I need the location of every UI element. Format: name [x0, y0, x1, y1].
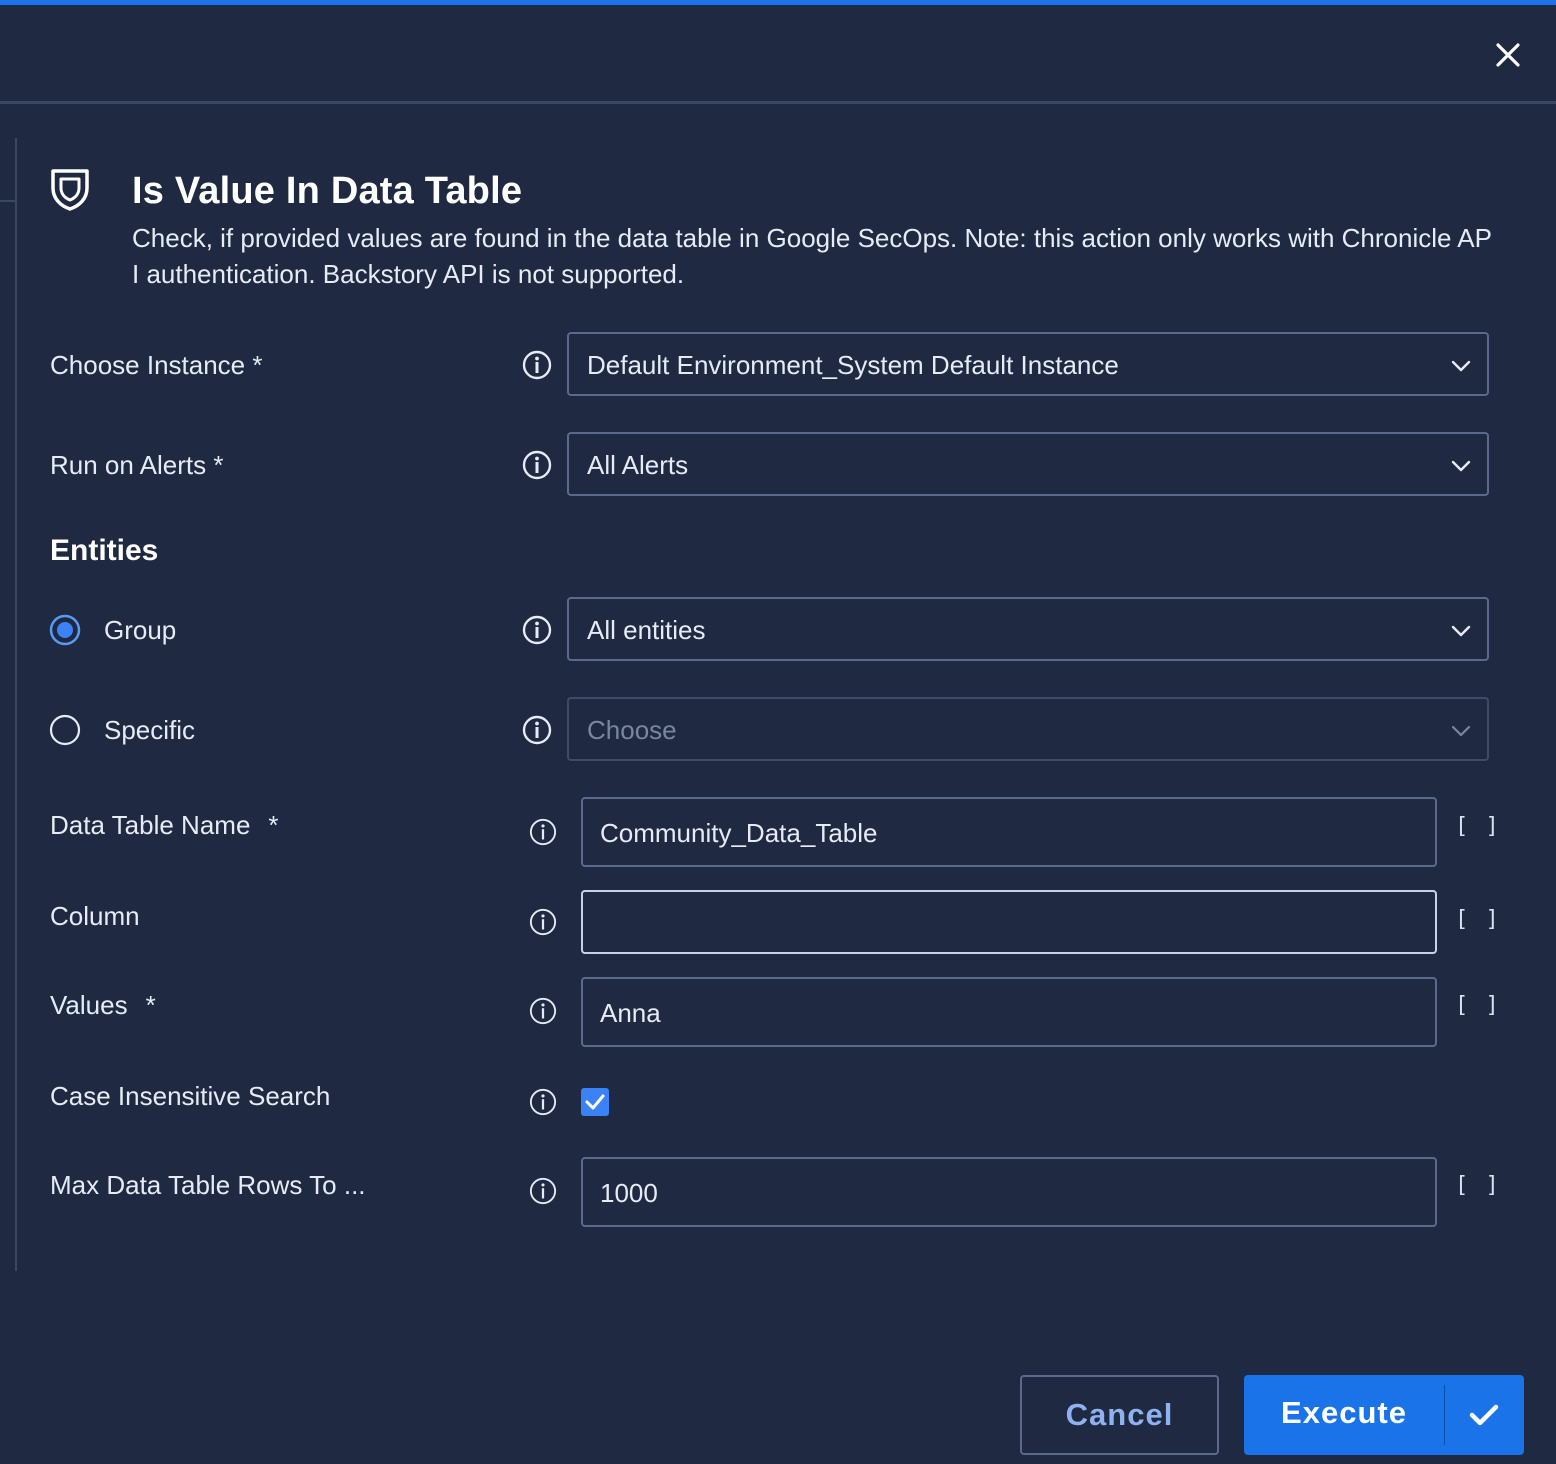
- action-description: Check, if provided values are found in t…: [132, 223, 1492, 289]
- case-insensitive-label: Case Insensitive Search: [50, 1081, 331, 1111]
- run-on-alerts-label: Run on Alerts *: [50, 450, 224, 480]
- info-icon[interactable]: [529, 818, 557, 846]
- column-input[interactable]: [581, 890, 1437, 954]
- run-on-alerts-value: All Alerts: [587, 450, 689, 480]
- execute-button-divider: [1444, 1385, 1445, 1445]
- info-icon[interactable]: [522, 350, 552, 380]
- placeholder-button[interactable]: [ ]: [1455, 814, 1501, 839]
- placeholder-button[interactable]: [ ]: [1455, 907, 1501, 932]
- data-table-name-label: Data Table Name *: [50, 810, 279, 841]
- required-marker: *: [268, 810, 279, 840]
- specific-entities-select[interactable]: Choose: [567, 697, 1489, 761]
- values-label-text: Values: [50, 990, 128, 1020]
- shield-icon: [51, 169, 89, 211]
- column-label: Column: [50, 901, 140, 931]
- info-icon[interactable]: [529, 997, 557, 1025]
- values-label: Values *: [50, 990, 156, 1021]
- action-title: Is Value In Data Table: [132, 170, 523, 212]
- max-rows-value: 1000: [600, 1178, 658, 1208]
- values-value: Anna: [600, 998, 661, 1028]
- group-entities-select[interactable]: All entities: [567, 597, 1489, 661]
- chevron-down-icon: [1451, 460, 1471, 472]
- max-rows-label: Max Data Table Rows To ...: [50, 1170, 366, 1200]
- required-marker: *: [145, 990, 156, 1020]
- data-table-name-input[interactable]: Community_Data_Table: [581, 797, 1437, 867]
- choose-instance-value: Default Environment_System Default Insta…: [587, 350, 1119, 380]
- info-icon[interactable]: [522, 715, 552, 745]
- info-icon[interactable]: [529, 908, 557, 936]
- cancel-button-label: Cancel: [1065, 1397, 1174, 1432]
- execute-button[interactable]: Execute: [1244, 1375, 1524, 1455]
- choose-instance-label: Choose Instance *: [50, 350, 263, 380]
- values-input[interactable]: Anna: [581, 977, 1437, 1047]
- left-divider: [15, 138, 17, 1271]
- info-icon[interactable]: [529, 1177, 557, 1205]
- check-icon[interactable]: [1466, 1397, 1502, 1433]
- data-table-name-label-text: Data Table Name: [50, 810, 251, 840]
- max-rows-input[interactable]: 1000: [581, 1157, 1437, 1227]
- cancel-button[interactable]: Cancel: [1020, 1375, 1219, 1455]
- group-radio-label: Group: [104, 615, 177, 645]
- group-radio[interactable]: [49, 614, 81, 646]
- left-divider-tick: [0, 200, 15, 202]
- dialog-header: [0, 5, 1556, 104]
- choose-instance-select[interactable]: Default Environment_System Default Insta…: [567, 332, 1489, 396]
- specific-entities-placeholder: Choose: [587, 715, 677, 745]
- case-insensitive-checkbox[interactable]: [581, 1088, 609, 1116]
- chevron-down-icon: [1451, 625, 1471, 637]
- entities-section-title: Entities: [50, 534, 159, 567]
- close-icon[interactable]: [1494, 41, 1522, 69]
- placeholder-button[interactable]: [ ]: [1455, 1173, 1501, 1198]
- run-on-alerts-select[interactable]: All Alerts: [567, 432, 1489, 496]
- specific-radio-label: Specific: [104, 715, 196, 745]
- group-entities-value: All entities: [587, 615, 706, 645]
- info-icon[interactable]: [529, 1088, 557, 1116]
- info-icon[interactable]: [522, 615, 552, 645]
- placeholder-button[interactable]: [ ]: [1455, 993, 1501, 1018]
- chevron-down-icon: [1451, 360, 1471, 372]
- info-icon[interactable]: [522, 450, 552, 480]
- execute-button-label: Execute: [1281, 1395, 1407, 1430]
- specific-radio[interactable]: [49, 714, 81, 746]
- chevron-down-icon: [1451, 725, 1471, 737]
- checkmark-icon: [585, 1094, 605, 1110]
- data-table-name-value: Community_Data_Table: [600, 818, 878, 848]
